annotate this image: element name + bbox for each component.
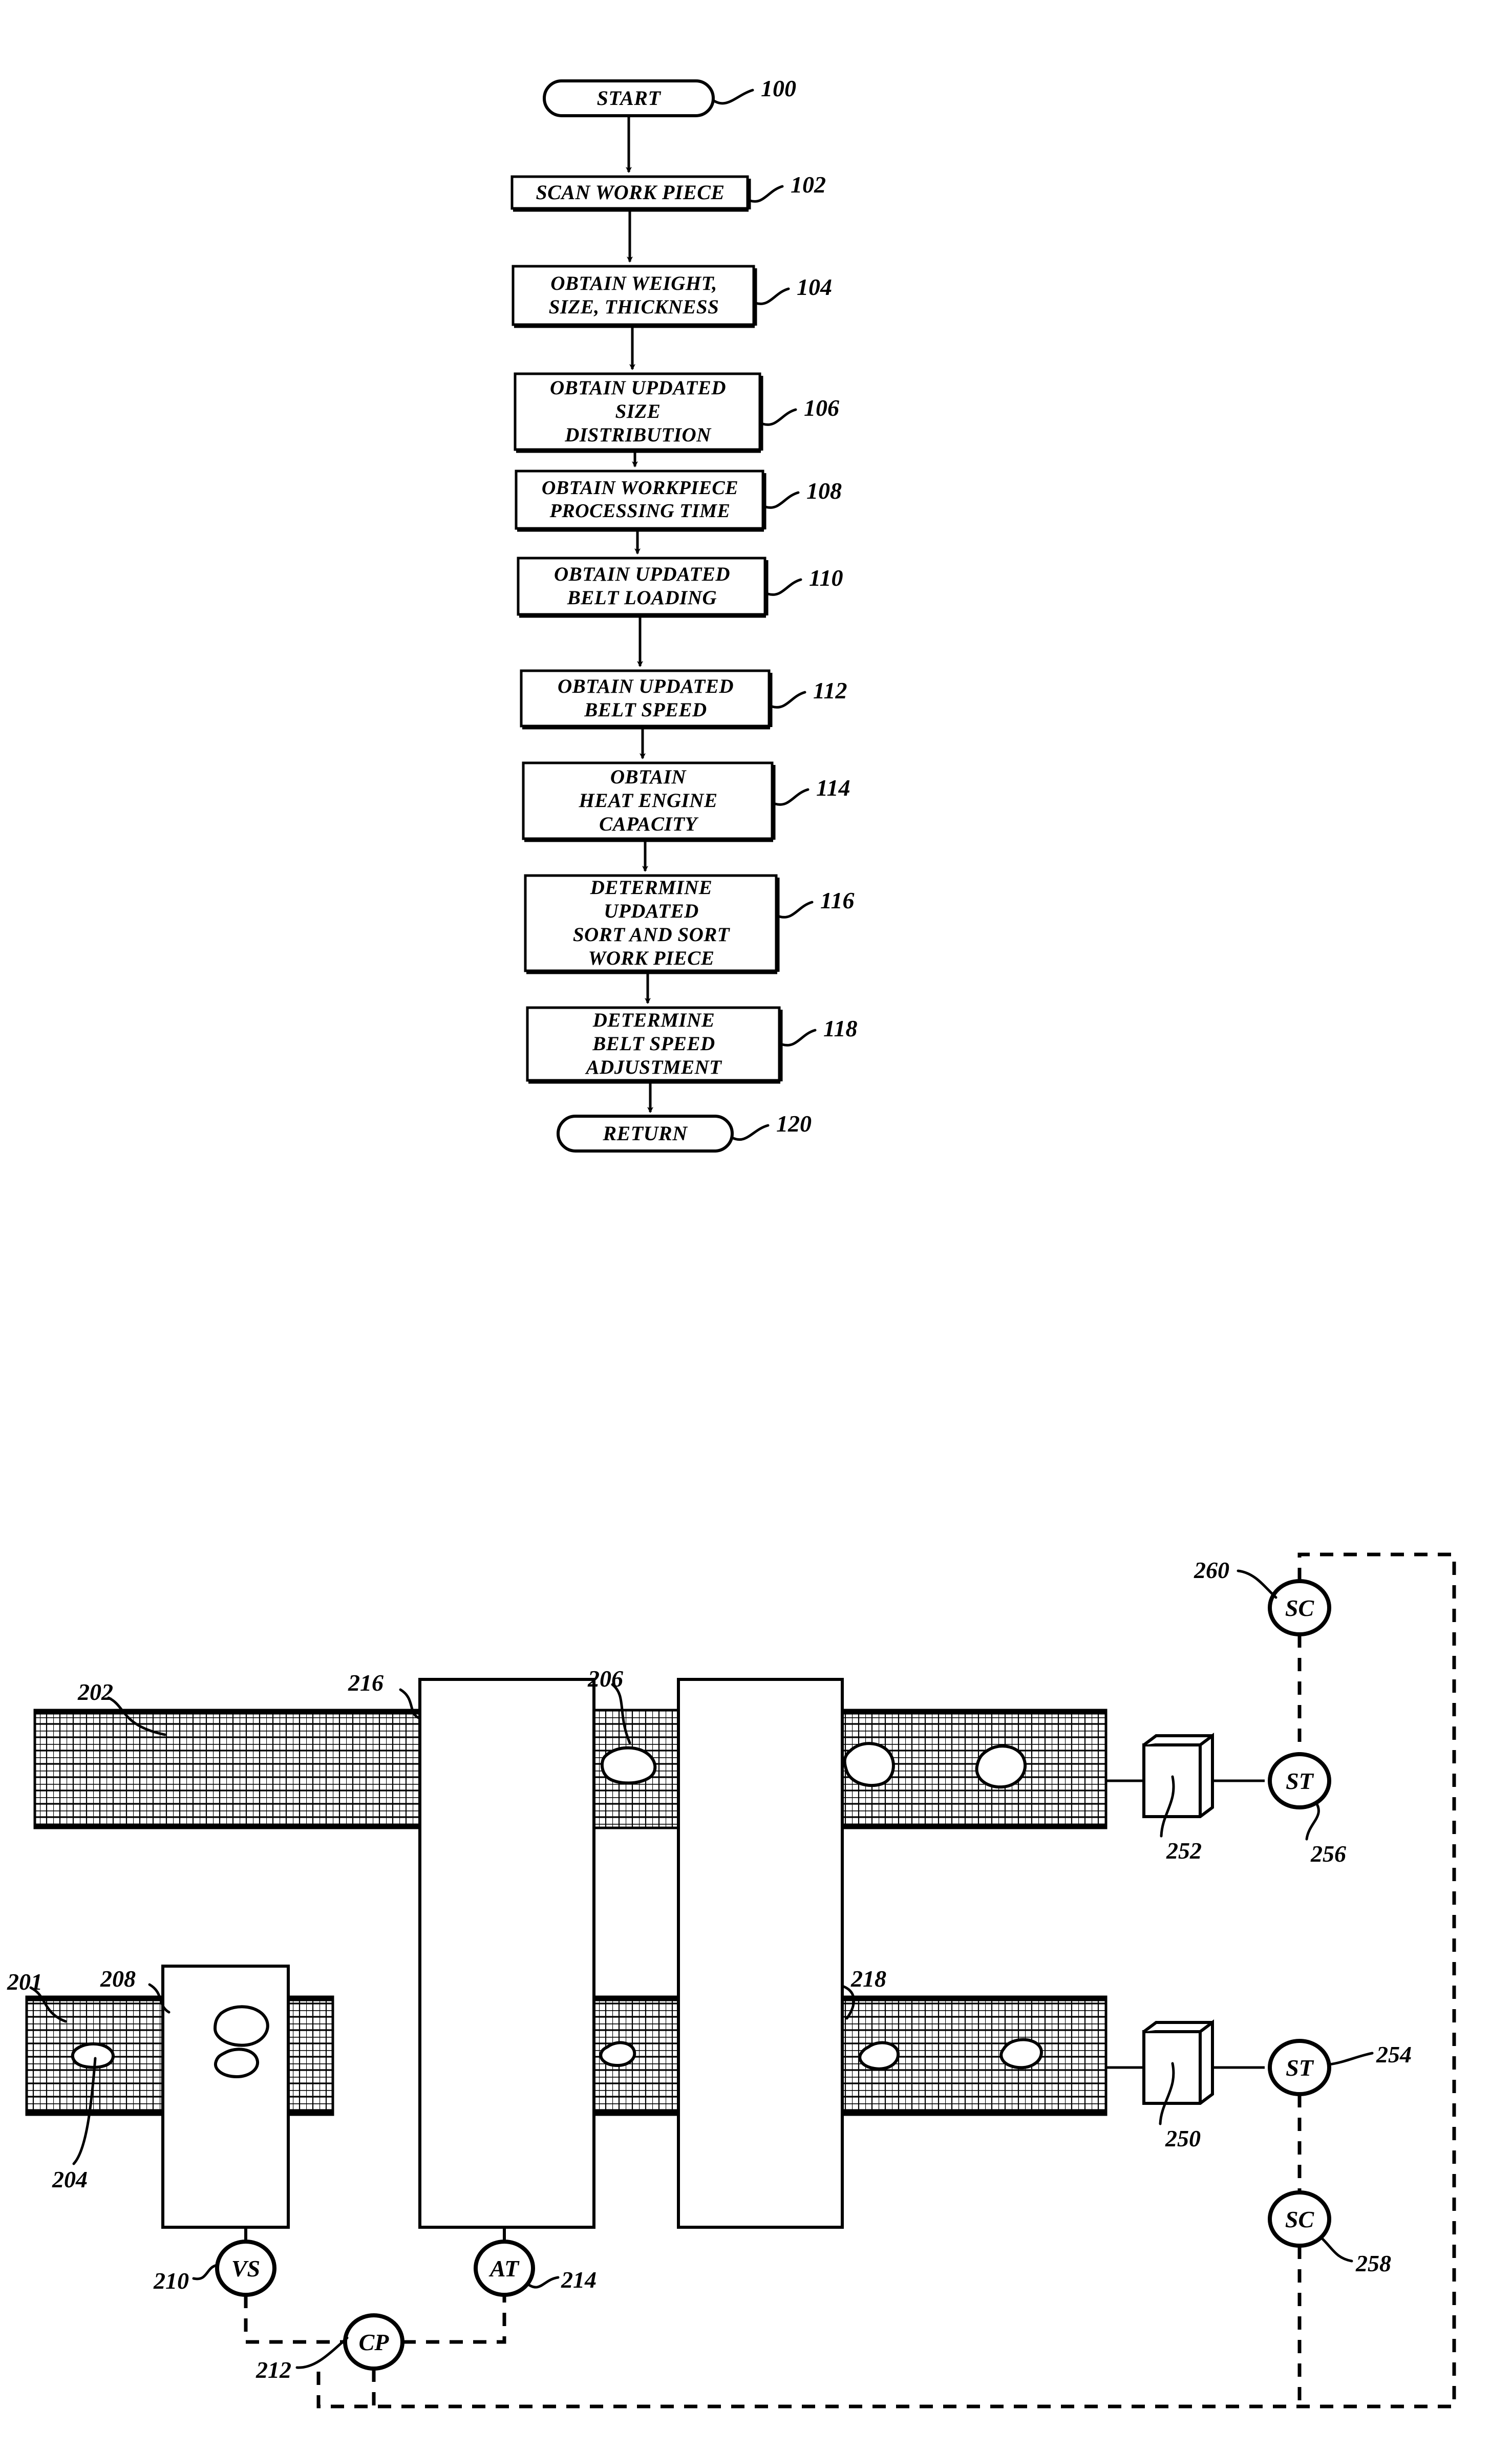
- ref-260: 260: [1194, 1557, 1229, 1583]
- ref-218: 218: [851, 1966, 886, 1992]
- ref-206: 206: [588, 1666, 623, 1692]
- ref-204: 204: [52, 2166, 88, 2192]
- ref-214: 214: [561, 2267, 597, 2293]
- ref-216: 216: [348, 1670, 384, 1696]
- ref-250: 250: [1165, 2125, 1201, 2151]
- node-VS-210: [215, 2240, 276, 2297]
- node-SC-260: [1268, 1579, 1331, 1636]
- roller-250: [1106, 2019, 1265, 2105]
- ref-208: 208: [100, 1966, 136, 1992]
- ref-256: 256: [1311, 1841, 1346, 1867]
- processing-module-218: [677, 1678, 844, 2229]
- ref-212: 212: [256, 2357, 291, 2383]
- patent-figure-page: START SCAN WORK PIECE OBTAIN WEIGHT, SIZ…: [0, 0, 1512, 2451]
- node-ST-256: [1268, 1752, 1331, 1809]
- scanner-station-208: [161, 1965, 290, 2229]
- node-ST-254: [1268, 2039, 1331, 2096]
- apparatus-graphics-layer: [25, 1552, 1456, 2409]
- node-AT-214: [474, 2240, 535, 2297]
- ref-202: 202: [78, 1679, 113, 1705]
- roller-252: [1106, 1733, 1265, 1818]
- ref-210: 210: [154, 2268, 189, 2294]
- ref-254: 254: [1376, 2041, 1412, 2068]
- ref-252: 252: [1166, 1838, 1202, 1864]
- ref-258: 258: [1356, 2250, 1391, 2276]
- processing-module-216: [418, 1678, 595, 2229]
- ref-201: 201: [7, 1969, 42, 1995]
- node-CP-212: [343, 2313, 404, 2371]
